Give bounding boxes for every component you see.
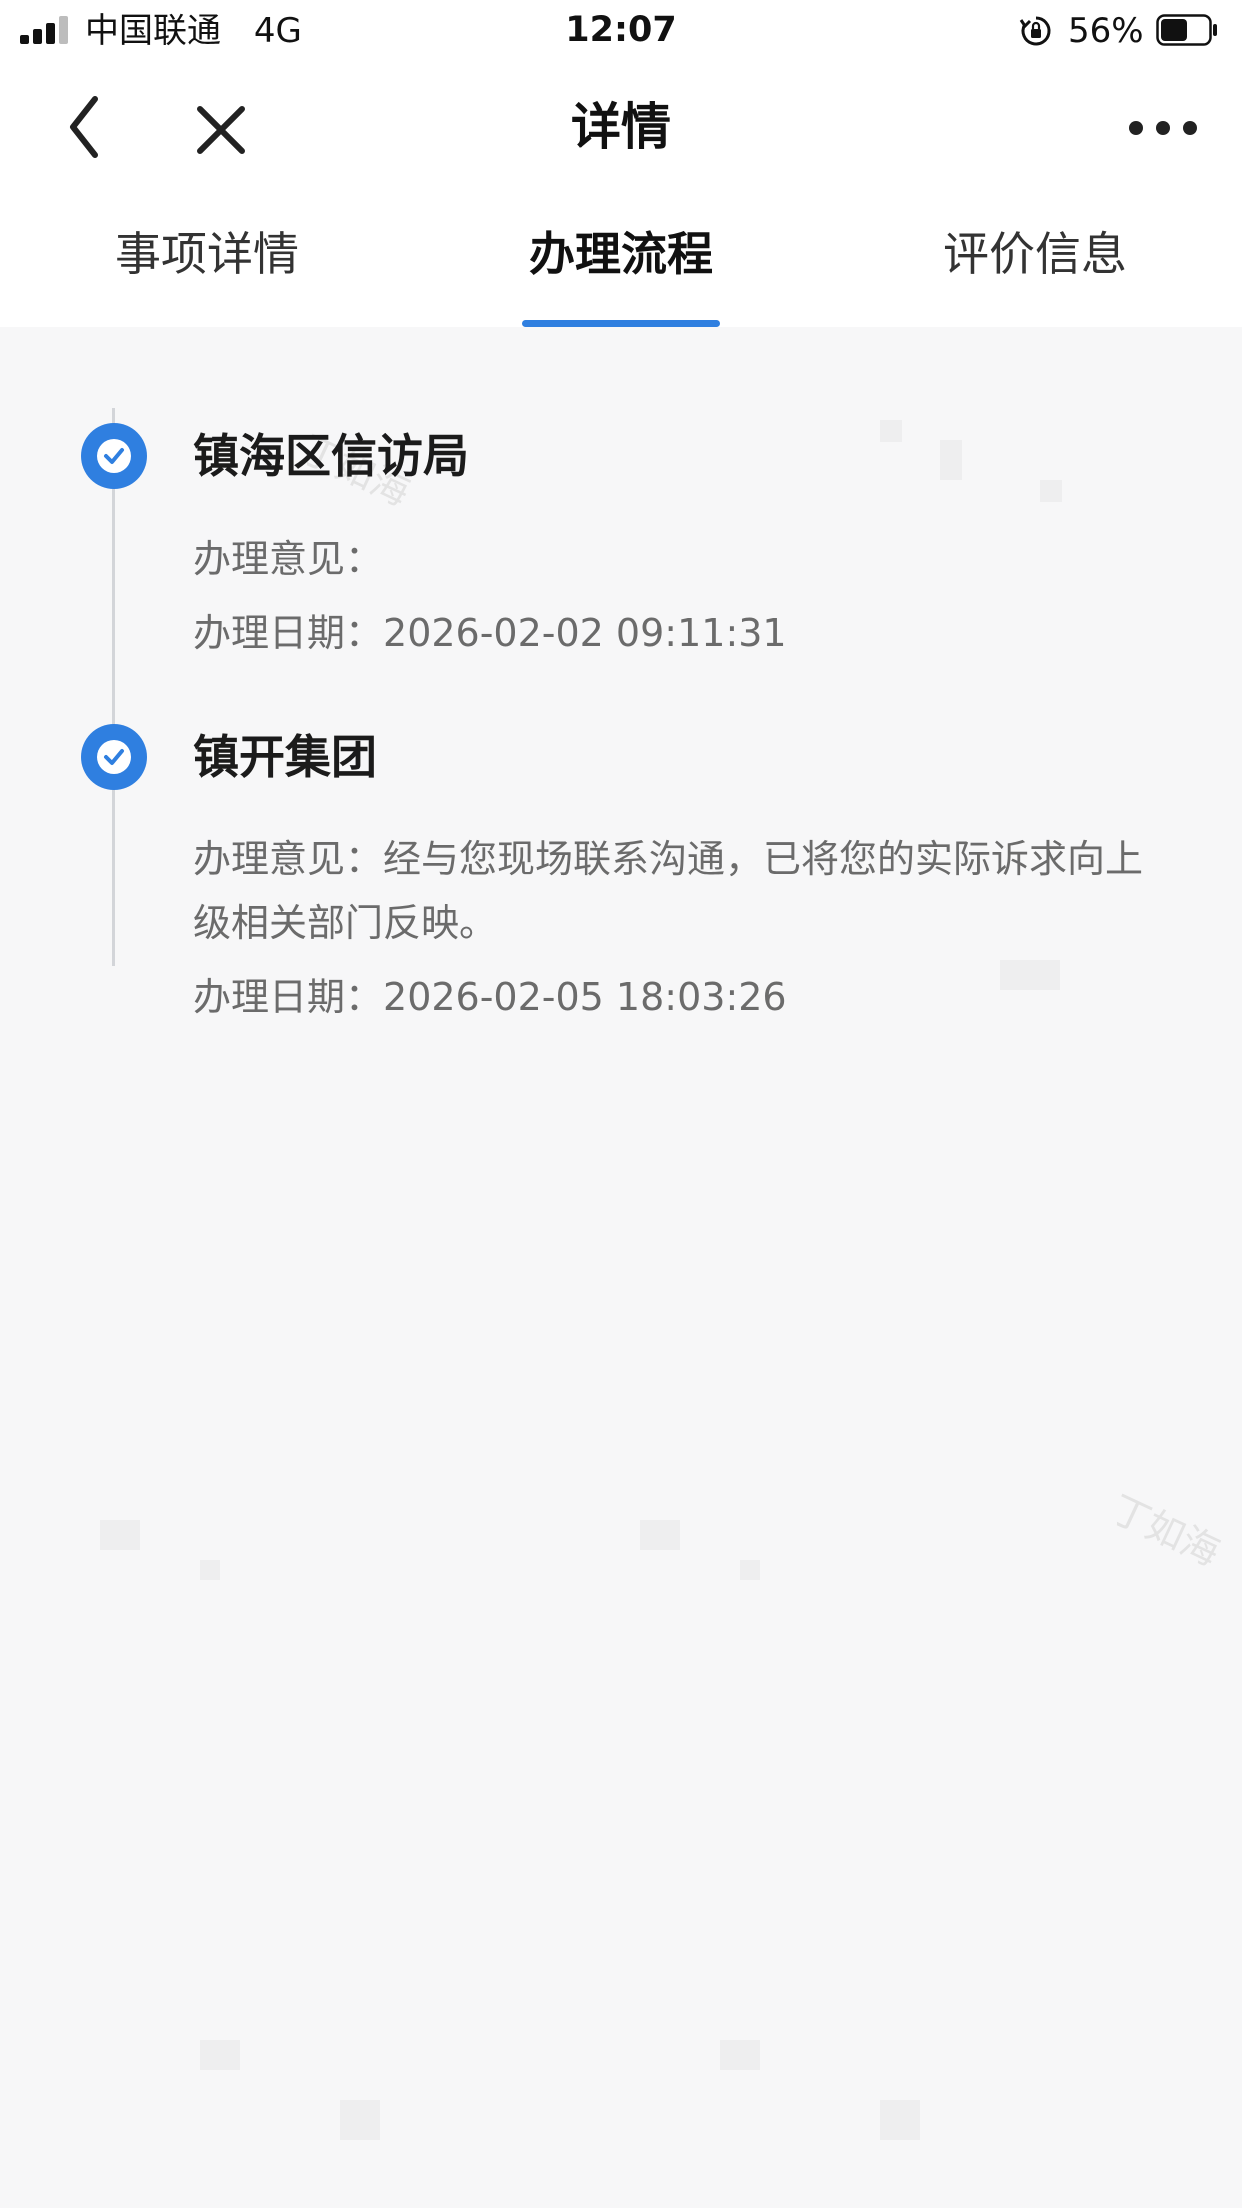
- step-date: 办理日期：2026-02-02 09:11:31: [193, 601, 1153, 665]
- mosaic-decoration: [880, 420, 902, 442]
- step-opinion: 办理意见：: [193, 527, 1153, 591]
- status-bar: 中国联通 4G 12:07 56%: [0, 0, 1242, 62]
- mosaic-decoration: [640, 1520, 680, 1550]
- mosaic-decoration: [720, 2040, 760, 2070]
- step-completed-icon: [81, 724, 147, 790]
- step-date: 办理日期：2026-02-05 18:03:26: [193, 965, 1153, 1029]
- opinion-label: 办理意见：: [193, 537, 384, 581]
- step-title: 镇开集团: [193, 730, 377, 784]
- navigation-bar: 详情: [0, 62, 1242, 192]
- timeline-connector: [112, 408, 115, 966]
- date-value: 2026-02-02 09:11:31: [383, 611, 787, 655]
- mosaic-decoration: [1040, 480, 1062, 502]
- mosaic-decoration: [200, 2040, 240, 2070]
- mosaic-decoration: [340, 2100, 380, 2140]
- watermark: 丁如海: [1104, 1486, 1227, 1575]
- mosaic-decoration: [200, 1560, 220, 1580]
- tab-bar: 事项详情 办理流程 评价信息: [0, 192, 1242, 327]
- more-options-button[interactable]: [1118, 110, 1228, 146]
- tab-evaluation-info[interactable]: 评价信息: [828, 222, 1242, 286]
- active-tab-indicator: [522, 320, 720, 327]
- date-label: 办理日期：: [193, 611, 384, 655]
- step-title: 镇海区信访局: [193, 429, 469, 483]
- mosaic-decoration: [940, 440, 962, 480]
- battery-percent: 56%: [1068, 11, 1144, 51]
- tab-process-flow[interactable]: 办理流程: [414, 222, 828, 286]
- opinion-label: 办理意见：: [193, 837, 384, 881]
- clock: 12:07: [565, 10, 677, 50]
- step-opinion: 办理意见：经与您现场联系沟通，已将您的实际诉求向上级相关部门反映。: [193, 827, 1153, 955]
- page-title: 详情: [571, 98, 671, 156]
- rotation-lock-icon: [1019, 16, 1051, 46]
- mosaic-decoration: [100, 1520, 140, 1550]
- date-label: 办理日期：: [193, 975, 384, 1019]
- tab-item-details[interactable]: 事项详情: [0, 222, 414, 286]
- mosaic-decoration: [880, 2100, 920, 2140]
- step-completed-icon: [81, 423, 147, 489]
- date-value: 2026-02-05 18:03:26: [383, 975, 787, 1019]
- battery-icon: [1156, 14, 1217, 46]
- mosaic-decoration: [740, 1560, 760, 1580]
